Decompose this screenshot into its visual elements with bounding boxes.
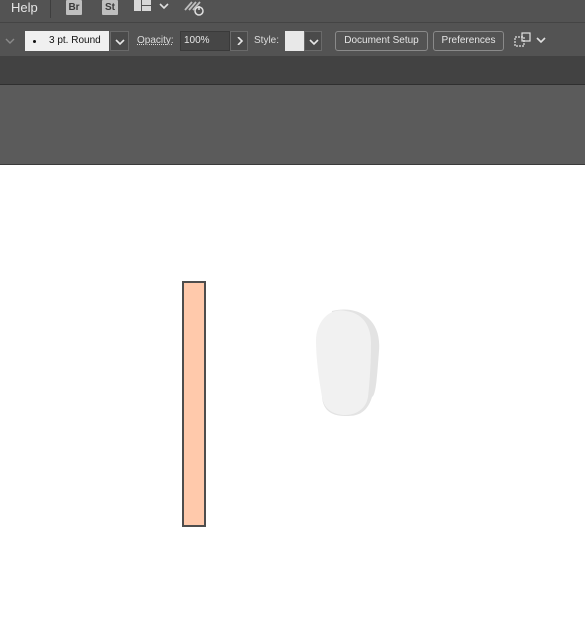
graphic-style-swatch[interactable] (285, 31, 304, 51)
menu-separator (50, 0, 51, 18)
canvas-drawing (182, 281, 380, 527)
stroke-dot-icon (33, 40, 36, 43)
preferences-button[interactable]: Preferences (433, 31, 504, 51)
bridge-button[interactable]: Br (66, 0, 82, 15)
style-label: Style: (254, 35, 280, 46)
graphic-style-arrow[interactable] (304, 31, 322, 51)
document-tab-bar (0, 56, 585, 85)
stock-button[interactable]: St (102, 0, 118, 15)
menu-bar: Help Br St (0, 0, 585, 22)
sync-settings-icon[interactable] (183, 0, 207, 16)
control-bar: 3 pt. Round Opacity: 100% Style: Documen… (0, 22, 585, 56)
document-setup-button[interactable]: Document Setup (335, 31, 428, 51)
opacity-label[interactable]: Opacity: (137, 35, 174, 46)
stroke-profile-value: 3 pt. Round (49, 35, 101, 46)
menu-help[interactable]: Help (11, 0, 38, 16)
opacity-expand-button[interactable] (230, 31, 248, 51)
rectangle-shape[interactable] (182, 281, 206, 527)
chevron-down-icon (309, 39, 319, 46)
stroke-profile-dropdown[interactable]: 3 pt. Round (25, 31, 109, 51)
chevron-down-icon[interactable] (536, 36, 546, 44)
chevron-down-icon[interactable] (159, 2, 169, 10)
rounded-blob-shape[interactable] (316, 309, 380, 417)
stroke-profile-arrow[interactable] (110, 31, 129, 51)
chevron-right-icon (237, 37, 244, 45)
chevron-down-icon (115, 39, 125, 46)
pasteboard (0, 85, 585, 165)
workspace-layout-icon[interactable] (134, 0, 152, 12)
chevron-down-icon[interactable] (5, 37, 15, 45)
opacity-input[interactable]: 100% (180, 31, 230, 51)
arrange-documents-icon[interactable] (514, 32, 532, 48)
artboard[interactable] (0, 165, 585, 622)
